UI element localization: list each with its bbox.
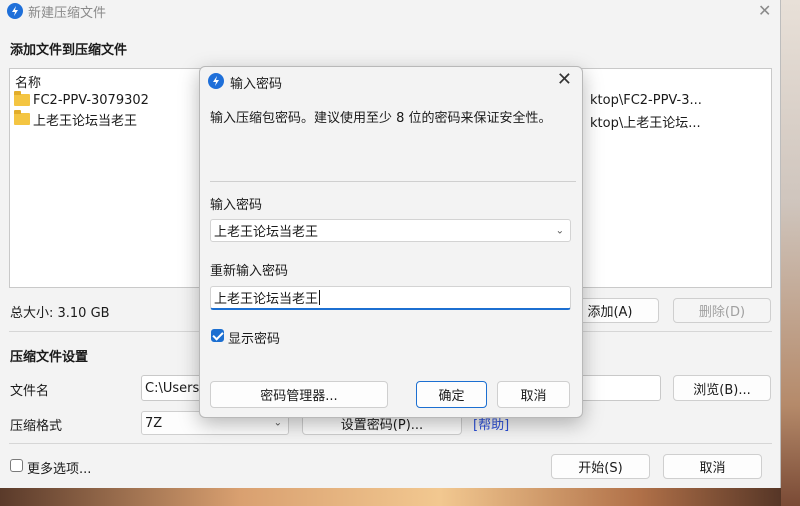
window-title: 新建压缩文件: [28, 6, 107, 21]
list-item-path: ktop\FC2-PPV-3...: [590, 93, 702, 108]
dialog-close-icon[interactable]: ✕: [557, 69, 572, 90]
more-options-label: 更多选项...: [27, 462, 92, 477]
format-select-value: 7Z: [145, 415, 163, 431]
filename-label: 文件名: [10, 384, 50, 399]
more-options-checkbox[interactable]: [10, 459, 23, 472]
app-icon: [208, 73, 224, 89]
app-icon: [7, 3, 23, 19]
total-size-label: 总大小: 3.10 GB: [10, 306, 110, 321]
divider: [210, 181, 576, 182]
list-item[interactable]: FC2-PPV-3079302: [14, 91, 149, 109]
reenter-password-value: 上老王论坛当老王: [214, 292, 319, 307]
chevron-down-icon: ⌄: [273, 417, 282, 429]
list-item-path: ktop\上老王论坛...: [590, 116, 701, 131]
browse-button[interactable]: 浏览(B)...: [673, 375, 771, 401]
add-files-section-title: 添加文件到压缩文件: [10, 43, 128, 58]
text-caret: [319, 290, 321, 305]
dialog-title: 输入密码: [230, 77, 283, 92]
desktop-wallpaper-edge: [781, 0, 800, 506]
password-input-value: 上老王论坛当老王: [214, 225, 319, 240]
column-header-name[interactable]: 名称: [15, 72, 41, 91]
folder-icon: [14, 110, 30, 125]
reenter-password-input[interactable]: 上老王论坛当老王: [210, 286, 571, 310]
password-manager-button[interactable]: 密码管理器...: [210, 381, 388, 408]
chevron-down-icon[interactable]: ⌄: [556, 225, 564, 236]
reenter-password-label: 重新输入密码: [210, 264, 289, 279]
list-item[interactable]: 上老王论坛当老王: [14, 110, 138, 129]
list-item-name: 上老王论坛当老王: [33, 113, 138, 129]
list-item-name: FC2-PPV-3079302: [33, 92, 149, 108]
start-button[interactable]: 开始(S): [551, 454, 650, 479]
dialog-titlebar: 输入密码 ✕: [200, 67, 582, 95]
window-close-icon[interactable]: ✕: [758, 1, 771, 20]
show-password-checkbox[interactable]: [211, 329, 224, 342]
password-dialog: 输入密码 ✕ 输入压缩包密码。建议使用至少 8 位的密码来保证安全性。 输入密码…: [199, 66, 583, 418]
main-cancel-button[interactable]: 取消: [663, 454, 762, 479]
format-label: 压缩格式: [10, 419, 63, 434]
delete-button[interactable]: 删除(D): [673, 298, 771, 323]
folder-icon: [14, 91, 30, 106]
desktop-wallpaper: [0, 488, 800, 506]
dialog-cancel-button[interactable]: 取消: [497, 381, 570, 408]
archive-settings-section-title: 压缩文件设置: [10, 350, 89, 365]
password-input[interactable]: 上老王论坛当老王 ⌄: [210, 219, 571, 242]
show-password-label: 显示密码: [228, 332, 281, 347]
dialog-description: 输入压缩包密码。建议使用至少 8 位的密码来保证安全性。: [210, 111, 552, 126]
ok-button[interactable]: 确定: [416, 381, 487, 408]
password-label: 输入密码: [210, 198, 263, 213]
window-titlebar: 新建压缩文件 ✕: [0, 0, 781, 22]
divider: [9, 443, 772, 444]
